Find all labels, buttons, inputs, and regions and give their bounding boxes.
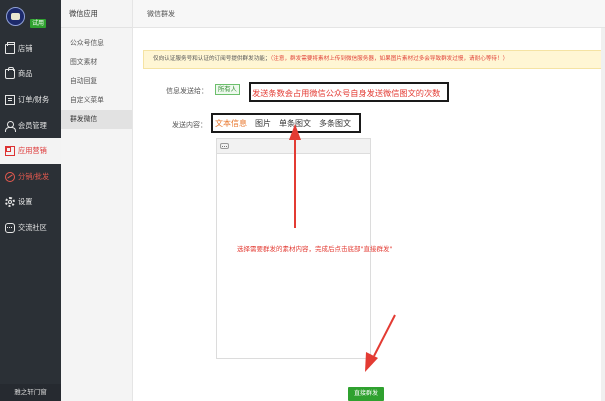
sidebar-item-label: 设置 [18,197,33,207]
bag-icon [5,67,15,80]
sidebar-nav: 店铺 商品 订单/财务 会员管理 应用营销 分销/批发 设置 交流社区 [0,36,61,241]
submenu-panel: 微信应用 公众号信息 图文素材 自动回复 自定义菜单 群发微信 [61,0,133,401]
page-header: 微信群发 [133,0,605,28]
sidebar-item-label: 店铺 [18,43,33,53]
recipient-label: 信息发送给： [166,87,208,95]
page-title: 微信群发 [147,10,175,18]
submenu-item-media[interactable]: 图文素材 [61,53,132,72]
sidebar-item-store[interactable]: 店铺 [0,36,61,62]
emoji-icon[interactable] [220,143,229,149]
tab-multi-article[interactable]: 多条图文 [319,118,351,129]
brand-area: 试用 [0,0,61,33]
submenu-item-account-info[interactable]: 公众号信息 [61,34,132,53]
tab-image[interactable]: 图片 [255,118,271,129]
submenu-item-mass-send[interactable]: 群发微信 [61,110,132,129]
tab-text[interactable]: 文本信息 [215,118,247,129]
gear-icon [5,197,15,208]
order-icon [5,94,15,105]
sidebar-item-goods[interactable]: 商品 [0,62,61,88]
page-scrollbar[interactable] [601,28,605,401]
recipient-selector[interactable]: 所有人 [215,84,240,95]
sidebar-item-label: 订单/财务 [18,94,50,104]
recipient-note: 发送条数会占用微信公众号自身发送微信图文的次数 [252,88,441,98]
sidebar-item-settings[interactable]: 设置 [0,190,61,216]
share-icon [5,171,15,182]
sidebar-item-label: 会员管理 [18,120,47,130]
notice-banner: 仅向认证服务号和认证的订阅号提供群发功能；（注意，群发需要将素材上传到微信服务器… [143,50,605,69]
editor-toolbar [217,139,370,154]
main-sidebar: 试用 店铺 商品 订单/财务 会员管理 应用营销 分销/批发 设置 交流社区 雅… [0,0,61,401]
sidebar-item-community[interactable]: 交流社区 [0,215,61,241]
grid-icon [5,146,15,157]
chat-icon [5,222,15,233]
notice-text: 仅向认证服务号和认证的订阅号提供群发功能； [153,56,271,62]
send-now-button[interactable]: 直接群发 [348,387,384,401]
sidebar-item-label: 交流社区 [18,222,47,232]
main-content: 仅向认证服务号和认证的订阅号提供群发功能；（注意，群发需要将素材上传到微信服务器… [133,28,605,401]
content-type-tabs: 文本信息 图片 单条图文 多条图文 [211,113,361,133]
tab-single-article[interactable]: 单条图文 [279,118,311,129]
submenu-title: 微信应用 [61,0,132,28]
sidebar-item-orders[interactable]: 订单/财务 [0,87,61,113]
recipient-note-box: 发送条数会占用微信公众号自身发送微信图文的次数 [249,82,449,102]
trial-badge: 试用 [30,19,47,28]
sidebar-item-label: 商品 [18,69,33,79]
sidebar-item-label: 应用营销 [18,146,47,156]
store-logo[interactable] [6,7,25,26]
sidebar-item-members[interactable]: 会员管理 [0,113,61,139]
submenu-list: 公众号信息 图文素材 自动回复 自定义菜单 群发微信 [61,34,132,129]
user-icon [5,120,16,132]
shop-name-footer[interactable]: 雅之轩门窗 [0,384,61,401]
content-label: 发送内容： [172,121,207,129]
submenu-item-auto-reply[interactable]: 自动回复 [61,72,132,91]
sidebar-item-marketing[interactable]: 应用营销 [0,138,61,164]
guide-annotation: 选择需要群发的素材内容，完成后点击底部"直接群发" [237,245,393,253]
store-icon [5,41,15,54]
sidebar-item-distribution[interactable]: 分销/批发 [0,164,61,190]
sidebar-item-label: 分销/批发 [18,171,50,181]
notice-warning: （注意，群发需要将素材上传到微信服务器，如果图片素材过多会导致群发过慢，请耐心等… [270,56,509,62]
submenu-item-custom-menu[interactable]: 自定义菜单 [61,91,132,110]
